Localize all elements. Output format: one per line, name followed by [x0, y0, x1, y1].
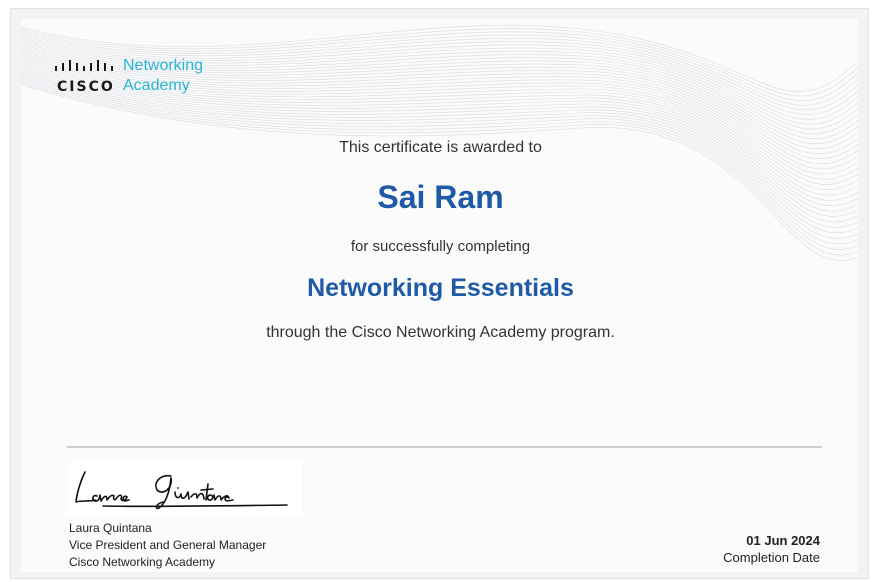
recipient-name: Sai Ram	[377, 179, 504, 215]
logo-subtitle-line2: Academy	[123, 77, 190, 94]
cisco-networking-academy-logo: CISCO Networking Academy	[53, 57, 233, 105]
course-title: Networking Essentials	[307, 274, 574, 302]
cisco-bars-icon	[55, 60, 113, 71]
certificate-frame: CISCO Networking Academy This certificat…	[10, 8, 869, 579]
signatory-organization: Cisco Networking Academy	[69, 555, 216, 569]
signatory-block: Laura Quintana Vice President and Genera…	[69, 520, 266, 571]
cisco-wordmark: CISCO	[57, 79, 115, 95]
completion-date: 01 Jun 2024	[746, 533, 820, 548]
completing-text: for successfully completing	[350, 238, 531, 255]
completion-date-label: Completion Date	[723, 550, 820, 565]
certificate-body: CISCO Networking Academy This certificat…	[21, 19, 858, 572]
awarded-to-text: This certificate is awarded to	[339, 139, 542, 156]
program-text: through the Cisco Networking Academy pro…	[266, 324, 615, 341]
completion-date-block: 01 Jun 2024 Completion Date	[723, 532, 820, 566]
wave-line	[21, 84, 858, 261]
signature-image	[67, 462, 302, 516]
signatory-name: Laura Quintana	[69, 521, 152, 535]
networking-academy-wordmark: Networking Academy	[123, 56, 203, 96]
signatory-title: Vice President and General Manager	[69, 538, 267, 552]
certificate-page: CISCO Networking Academy This certificat…	[0, 0, 882, 582]
footer-divider	[67, 446, 822, 448]
logo-subtitle-line1: Networking	[123, 57, 204, 74]
